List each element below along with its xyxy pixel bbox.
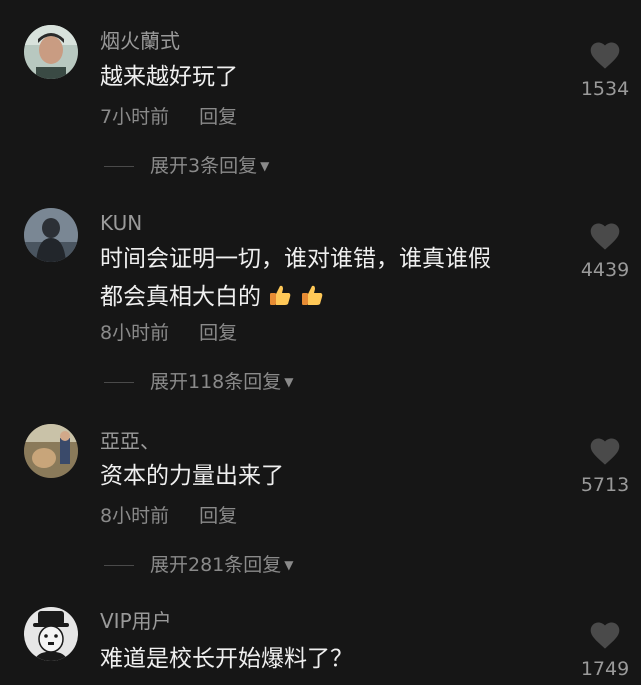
reply-button[interactable]: 回复 <box>199 322 237 344</box>
timestamp: 8小时前 <box>100 505 170 527</box>
username[interactable]: VIP用户 <box>100 609 172 633</box>
divider <box>104 165 134 167</box>
divider <box>104 381 134 383</box>
heart-icon <box>590 42 620 69</box>
avatar-outdoor-photo-icon <box>24 424 78 478</box>
user-avatar[interactable] <box>24 424 78 478</box>
caret-down-icon: ▼ <box>284 375 294 389</box>
comment-meta: 8小时前 回复 <box>100 321 237 345</box>
timestamp: 7小时前 <box>100 106 170 128</box>
avatar-chaplin-cartoon-icon <box>24 607 78 661</box>
comment-text: 难道是校长开始爆料了？ <box>100 646 353 672</box>
thumbs-up-icon <box>302 285 323 305</box>
expand-replies-label: 展开3条回复 <box>150 155 258 177</box>
like-count: 1534 <box>580 78 630 100</box>
comment-text: 越来越好玩了 <box>100 64 238 90</box>
comment-text-line: 时间会证明一切，谁对谁错，谁真谁假 <box>100 246 491 272</box>
expand-replies-label: 展开281条回复 <box>150 554 282 576</box>
expand-replies-button[interactable]: 展开3条回复 ▼ <box>104 154 269 178</box>
expand-replies-button[interactable]: 展开118条回复 ▼ <box>104 370 294 394</box>
expand-replies-button[interactable]: 展开281条回复 ▼ <box>104 553 294 577</box>
caret-down-icon: ▼ <box>260 159 270 173</box>
heart-icon <box>590 223 620 250</box>
like-count: 5713 <box>580 474 630 496</box>
caret-down-icon: ▼ <box>284 558 294 572</box>
avatar-man-portrait-icon <box>24 25 78 79</box>
reply-button[interactable]: 回复 <box>199 505 237 527</box>
heart-icon <box>590 438 620 465</box>
comment-text: 资本的力量出来了 <box>100 463 284 489</box>
username[interactable]: KUN <box>100 211 142 235</box>
comment-text: 时间会证明一切，谁对谁错，谁真谁假 都会真相大白的 <box>100 240 570 316</box>
comment-text-line-2: 都会真相大白的 <box>100 278 570 316</box>
like-button[interactable]: 1534 <box>576 40 634 100</box>
like-button[interactable]: 1749 <box>576 620 634 680</box>
like-count: 4439 <box>580 259 630 281</box>
username[interactable]: 亞亞、 <box>100 429 160 453</box>
username[interactable]: 烟火蘭式 <box>100 29 180 53</box>
user-avatar[interactable] <box>24 607 78 661</box>
divider <box>104 564 134 566</box>
heart-icon <box>590 622 620 649</box>
comment-meta: 8小时前 回复 <box>100 504 237 528</box>
like-button[interactable]: 5713 <box>576 436 634 496</box>
comment-text-line: 都会真相大白的 <box>100 284 261 310</box>
like-count: 1749 <box>580 658 630 680</box>
avatar-person-hooded-icon <box>24 208 78 262</box>
expand-replies-label: 展开118条回复 <box>150 371 282 393</box>
thumbs-up-icon <box>270 285 291 305</box>
timestamp: 8小时前 <box>100 322 170 344</box>
user-avatar[interactable] <box>24 25 78 79</box>
user-avatar[interactable] <box>24 208 78 262</box>
like-button[interactable]: 4439 <box>576 221 634 281</box>
reply-button[interactable]: 回复 <box>199 106 237 128</box>
comment-meta: 7小时前 回复 <box>100 105 237 129</box>
